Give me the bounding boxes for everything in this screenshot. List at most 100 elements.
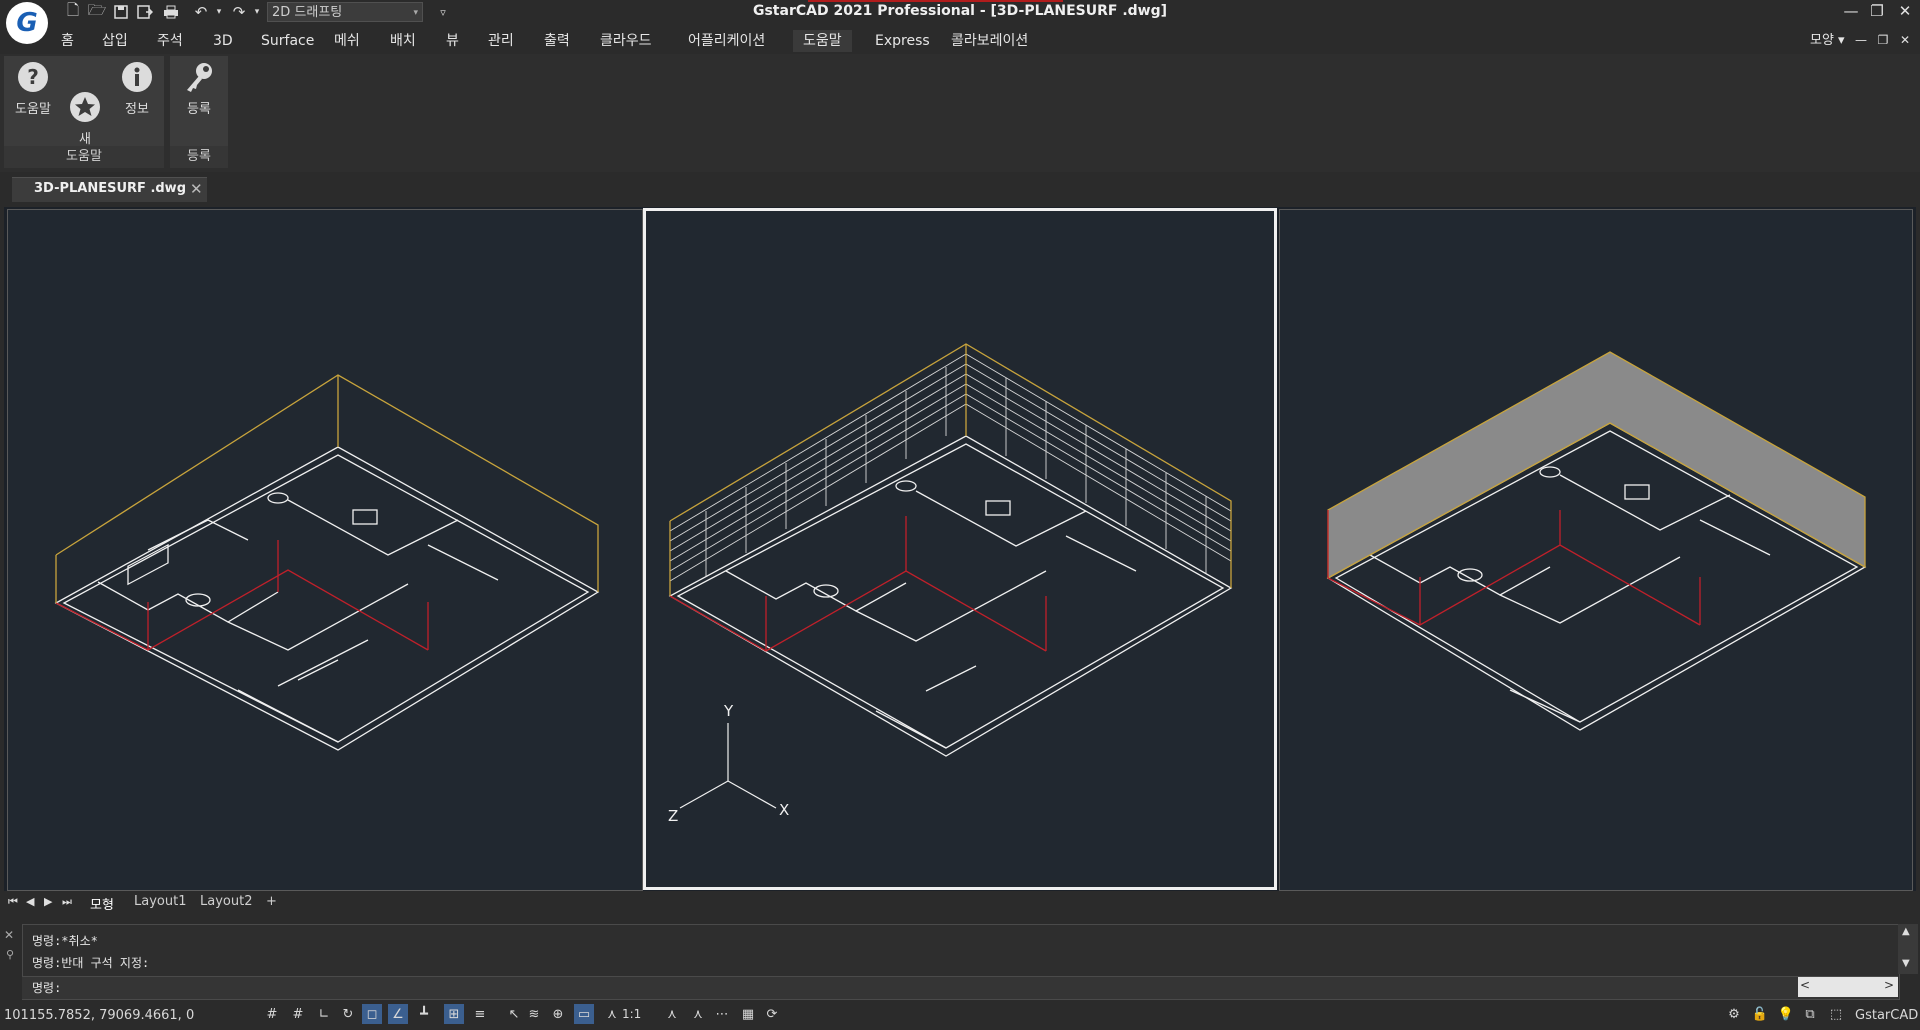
ribbon-group-label-help: 도움말 <box>4 146 164 168</box>
workspace-select[interactable]: 2D 드래프팅 ▾ <box>267 2 423 22</box>
tab-model[interactable]: 모형 <box>90 894 114 913</box>
ribbon-group-help: ? 도움말 새 작업 정보 도움말 <box>4 56 164 168</box>
menu-collaboration[interactable]: 콜라보레이션 <box>951 30 1028 52</box>
menu-output[interactable]: 출력 <box>544 30 570 52</box>
ucs-x-label: X <box>779 801 789 819</box>
last-layout-icon[interactable]: ⏭ <box>62 895 72 909</box>
first-layout-icon[interactable]: ⏮ <box>8 895 18 909</box>
ucs-y-label: Y <box>723 702 734 720</box>
info-icon <box>120 60 154 94</box>
tab-layout1[interactable]: Layout1 <box>134 894 186 909</box>
annotation-scale-value[interactable]: 1:1 <box>622 1007 641 1021</box>
ribbon <box>0 54 1920 172</box>
shape-menu[interactable]: 모양 ▾ <box>1810 30 1845 52</box>
menu-help[interactable]: 도움말 <box>793 30 852 52</box>
menu-3d[interactable]: 3D <box>213 30 233 52</box>
print-icon[interactable] <box>160 2 182 22</box>
menu-cloud[interactable]: 클라우드 <box>600 30 652 52</box>
object-snap-tracking-icon[interactable]: ∠ <box>388 1004 408 1024</box>
close-command-icon[interactable]: ✕ <box>4 928 14 942</box>
menu-layout[interactable]: 배치 <box>390 30 416 52</box>
calculator-icon[interactable]: ▦ <box>738 1004 758 1024</box>
app-logo-button[interactable]: G <box>6 2 48 44</box>
floorplan-wireframe-drawing <box>54 374 600 751</box>
menu-manage[interactable]: 관리 <box>488 30 514 52</box>
add-layout-button[interactable]: + <box>266 894 277 909</box>
svg-text:?: ? <box>27 65 39 89</box>
about-button[interactable]: 정보 <box>114 60 160 117</box>
restore-button[interactable]: ❐ <box>1862 0 1892 22</box>
command-settings-icon[interactable]: ⚲ <box>6 948 14 961</box>
document-tab[interactable]: 3D-PLANESURF .dwg ✕ <box>12 177 207 202</box>
open-folder-icon[interactable]: 🗁 <box>86 1 108 22</box>
doc-close-button[interactable]: ✕ <box>1890 30 1920 50</box>
scroll-right-icon[interactable]: > <box>1884 978 1894 992</box>
dynamic-ucs-icon[interactable]: ┻ <box>414 1004 434 1024</box>
next-layout-icon[interactable]: ▶ <box>44 895 52 908</box>
clean-screen-icon[interactable]: ⬚ <box>1826 1004 1846 1024</box>
close-tab-icon[interactable]: ✕ <box>190 180 203 198</box>
object-snap-icon[interactable]: ◻ <box>362 1004 382 1024</box>
layout-tab-bar <box>0 892 1920 916</box>
annotation-scale-icon[interactable]: ⋏ <box>602 1004 622 1024</box>
menu-view[interactable]: 뷰 <box>446 30 459 52</box>
save-as-icon[interactable] <box>134 2 156 22</box>
ribbon-group-label-register: 등록 <box>170 146 228 168</box>
scroll-up-icon[interactable]: ▲ <box>1902 926 1910 937</box>
menu-express[interactable]: Express <box>875 30 930 52</box>
workspace-value: 2D 드래프팅 <box>272 5 343 20</box>
menu-home[interactable]: 홈 <box>61 30 74 52</box>
lightbulb-icon[interactable]: 💡 <box>1776 1004 1796 1024</box>
menu-applications[interactable]: 어플리케이션 <box>688 30 765 52</box>
wall-surface-lines <box>669 353 1232 582</box>
viewport-center-active[interactable]: Y X Z <box>643 208 1277 890</box>
command-input[interactable] <box>22 976 1898 999</box>
command-history-line-2: 명령:반대 구석 지정: <box>32 956 150 970</box>
zoom-icon[interactable]: ⊕ <box>548 1004 568 1024</box>
customize-quick-access-icon[interactable]: ▿ <box>432 2 454 22</box>
shape-label: 모양 <box>1810 33 1834 48</box>
annotation-visibility-icon[interactable]: ⋏ <box>662 1004 682 1024</box>
help-button[interactable]: ? 도움말 <box>10 60 56 117</box>
register-button[interactable]: 등록 <box>176 60 222 117</box>
refresh-icon[interactable]: ⟳ <box>762 1004 782 1024</box>
gear-icon[interactable]: ⚙ <box>1724 1004 1744 1024</box>
viewport-right[interactable] <box>1279 209 1913 891</box>
document-tab-label: 3D-PLANESURF .dwg <box>34 181 187 196</box>
menu-mesh[interactable]: 메쉬 <box>334 30 360 52</box>
prev-layout-icon[interactable]: ◀ <box>26 895 34 908</box>
selection-cycling-icon[interactable]: ↖ <box>504 1004 524 1024</box>
register-button-label: 등록 <box>187 102 211 117</box>
model-space-icon[interactable]: ▭ <box>574 1004 594 1024</box>
floorplan-surface-filled-drawing <box>1326 351 1867 731</box>
lock-ui-icon[interactable]: 🔓 <box>1750 1004 1770 1024</box>
viewport-left[interactable] <box>7 209 643 891</box>
dynamic-input-icon[interactable]: ⊞ <box>444 1004 464 1024</box>
undo-dropdown-icon[interactable]: ▾ <box>208 2 230 22</box>
chevron-down-icon: ▾ <box>413 8 418 18</box>
scroll-left-icon[interactable]: < <box>1800 978 1810 992</box>
snap-mode-icon[interactable]: # <box>288 1004 308 1024</box>
auto-scale-icon[interactable]: ⋏ <box>688 1004 708 1024</box>
tab-layout2[interactable]: Layout2 <box>200 894 252 909</box>
isolate-objects-icon[interactable]: ⋯ <box>712 1004 732 1024</box>
new-file-icon[interactable]: 🗋 <box>62 1 84 22</box>
layer-icon[interactable]: ≋ <box>524 1004 544 1024</box>
redo-dropdown-icon[interactable]: ▾ <box>246 2 268 22</box>
menu-annotate[interactable]: 주석 <box>157 30 183 52</box>
horizontal-scrollbar[interactable] <box>1798 977 1898 997</box>
close-button[interactable]: ✕ <box>1890 0 1920 22</box>
workspace-switch-icon[interactable]: ⧉ <box>1800 1004 1820 1024</box>
lineweight-icon[interactable]: ≡ <box>470 1004 490 1024</box>
polar-tracking-icon[interactable]: ↻ <box>338 1004 358 1024</box>
ucs-icon <box>679 723 777 809</box>
save-icon[interactable] <box>110 2 132 22</box>
menu-surface[interactable]: Surface <box>261 30 314 52</box>
logo-letter: G <box>16 8 38 38</box>
menu-insert[interactable]: 삽입 <box>102 30 128 52</box>
scroll-down-icon[interactable]: ▼ <box>1902 958 1910 969</box>
command-history-line-1: 명령:*취소* <box>32 934 98 948</box>
grid-display-icon[interactable]: # <box>262 1004 282 1024</box>
ortho-icon[interactable]: ∟ <box>314 1004 334 1024</box>
app-name: GstarCAD <box>1855 1008 1919 1023</box>
